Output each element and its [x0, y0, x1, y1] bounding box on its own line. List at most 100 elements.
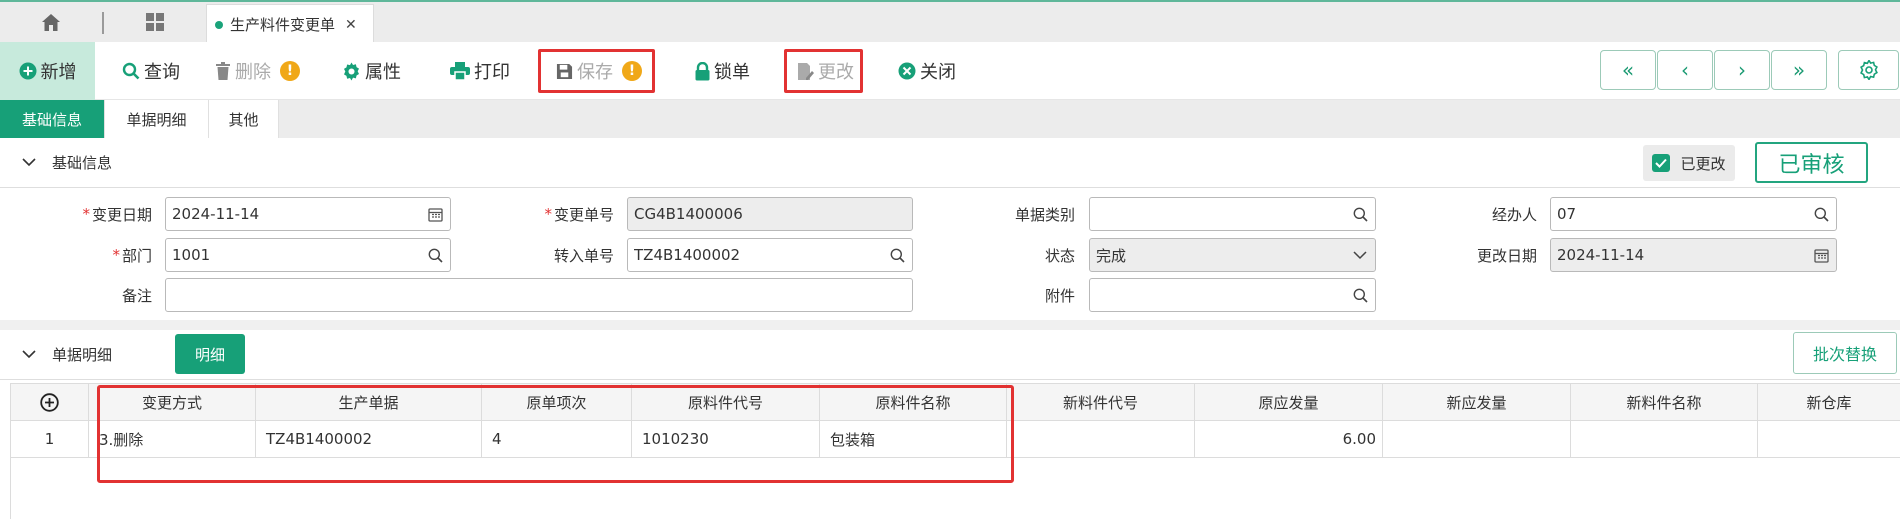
column-header[interactable]: 新应发量: [1383, 384, 1571, 421]
section-title: 单据明细: [52, 346, 113, 364]
query-label: 查询: [144, 62, 180, 83]
label-text: 变更日期: [91, 205, 152, 224]
required-mark: *: [544, 205, 552, 223]
edited-label: 已更改: [1680, 154, 1726, 173]
table-cell[interactable]: [1571, 421, 1758, 458]
property-button[interactable]: 属性: [342, 42, 401, 100]
close-circle-icon: [898, 62, 916, 80]
first-record-button[interactable]: «: [1600, 50, 1656, 90]
field-value: 1001: [172, 246, 211, 264]
table-cell[interactable]: 6.00: [1195, 421, 1383, 458]
change-date-label: * 变更日期: [40, 197, 152, 231]
modify-label: 更改: [818, 62, 854, 83]
new-button[interactable]: 新增: [0, 42, 95, 100]
modify-button[interactable]: 更改: [784, 49, 863, 93]
add-row-button[interactable]: [11, 384, 89, 421]
warning-icon: !: [280, 61, 300, 81]
column-header[interactable]: 新料件代号: [1007, 384, 1195, 421]
close-button[interactable]: 关闭: [898, 42, 956, 100]
highlight-box: [97, 385, 1014, 483]
doc-type-field[interactable]: [1089, 197, 1376, 231]
handler-field[interactable]: 07: [1550, 197, 1837, 231]
search-icon: [122, 62, 140, 80]
home-tab[interactable]: [0, 2, 102, 42]
chevron-right-icon: ›: [1738, 58, 1746, 82]
save-button[interactable]: 保存 !: [538, 49, 655, 93]
apps-tab[interactable]: [106, 2, 204, 42]
search-icon[interactable]: [1806, 207, 1836, 222]
save-label: 保存: [577, 62, 613, 83]
double-chevron-right-icon: »: [1792, 58, 1806, 82]
label-text: 部门: [121, 246, 152, 265]
gear-icon: [343, 61, 360, 81]
row-number: 1: [11, 421, 89, 458]
active-dot-icon: [215, 20, 223, 29]
section-title: 基础信息: [52, 154, 113, 172]
table-cell[interactable]: [1383, 421, 1571, 458]
attachment-field[interactable]: [1089, 278, 1376, 312]
attachment-label: 附件: [1044, 286, 1075, 305]
transfer-no-field[interactable]: TZ4B1400002: [627, 238, 913, 272]
change-no-label: * 变更单号: [500, 197, 614, 231]
change-date-field[interactable]: 2024-11-14: [165, 197, 451, 231]
search-icon[interactable]: [420, 248, 450, 263]
handler-label: 经办人: [1491, 205, 1537, 224]
column-header[interactable]: 原应发量: [1195, 384, 1383, 421]
gear-icon: [1859, 60, 1878, 80]
section-tabs: 基础信息 单据明细 其他: [0, 100, 1900, 138]
delete-button[interactable]: 删除 !: [215, 42, 300, 100]
chevron-down-icon: [22, 158, 36, 167]
column-header[interactable]: 新仓库: [1758, 384, 1900, 421]
tab-production-change[interactable]: 生产料件变更单 ✕: [206, 4, 374, 44]
chevron-left-icon: ‹: [1681, 58, 1689, 82]
last-record-button[interactable]: »: [1771, 50, 1827, 90]
section-divider: [0, 320, 1900, 330]
detail-button[interactable]: 明细: [175, 334, 245, 374]
close-tab-icon[interactable]: ✕: [345, 17, 357, 33]
previous-record-button[interactable]: ‹: [1657, 50, 1713, 90]
doc-type-label: 单据类别: [1014, 205, 1075, 224]
delete-label: 删除: [235, 62, 271, 83]
print-label: 打印: [474, 62, 510, 83]
status-label: 状态: [1044, 246, 1075, 265]
new-label: 新增: [40, 62, 77, 83]
property-label: 属性: [365, 62, 401, 83]
table-cell[interactable]: [1758, 421, 1900, 458]
edited-status-badge: 已更改: [1643, 145, 1735, 181]
query-button[interactable]: 查询: [122, 42, 180, 100]
double-chevron-left-icon: «: [1621, 58, 1635, 82]
table-cell[interactable]: [1007, 421, 1195, 458]
search-icon[interactable]: [882, 248, 912, 263]
search-icon[interactable]: [1345, 207, 1375, 222]
next-record-button[interactable]: ›: [1714, 50, 1770, 90]
status-select[interactable]: 完成: [1089, 238, 1376, 272]
home-icon: [42, 13, 60, 31]
chevron-down-icon: [1345, 250, 1375, 260]
audit-status-button[interactable]: 已审核: [1755, 142, 1868, 183]
remark-field[interactable]: [165, 278, 913, 312]
batch-replace-button[interactable]: 批次替换: [1793, 332, 1897, 374]
edit-document-icon: [798, 62, 814, 80]
modify-date-field[interactable]: 2024-11-14: [1550, 238, 1837, 272]
tab-divider: [102, 12, 104, 34]
column-header[interactable]: 新料件名称: [1571, 384, 1758, 421]
lock-button[interactable]: 锁单: [695, 42, 750, 100]
detail-header[interactable]: 单据明细: [0, 330, 1900, 380]
tab-other[interactable]: 其他: [209, 100, 279, 138]
dept-field[interactable]: 1001: [165, 238, 451, 272]
tab-basic-info[interactable]: 基础信息: [0, 100, 105, 138]
change-no-field[interactable]: CG4B1400006: [627, 197, 913, 231]
transfer-no-label: 转入单号: [553, 246, 614, 265]
tab-document-detail[interactable]: 单据明细: [105, 100, 209, 138]
required-mark: *: [82, 205, 90, 223]
required-mark: *: [112, 246, 120, 264]
printer-icon: [450, 62, 470, 80]
search-icon[interactable]: [1345, 288, 1375, 303]
basic-info-header[interactable]: 基础信息: [0, 138, 1900, 188]
print-button[interactable]: 打印: [450, 42, 510, 100]
warning-icon: !: [622, 61, 642, 81]
chevron-down-icon: [22, 350, 36, 359]
field-value: 2024-11-14: [172, 205, 260, 223]
field-value: 07: [1557, 205, 1577, 223]
settings-button[interactable]: [1838, 50, 1899, 90]
